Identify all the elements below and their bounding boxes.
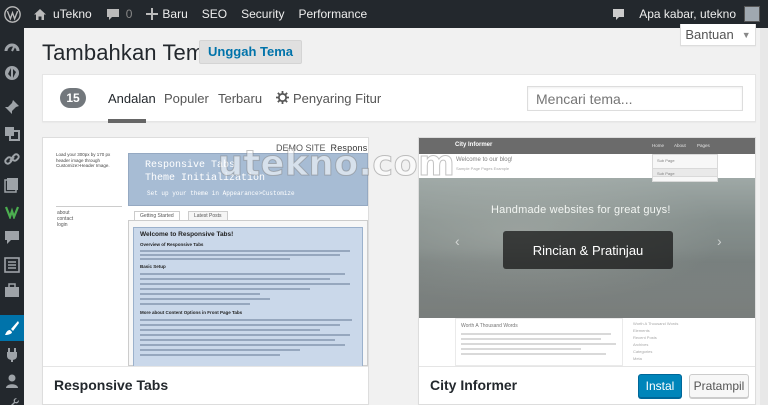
appearance-brush-icon[interactable] — [3, 319, 21, 337]
text-line — [140, 298, 270, 300]
preview-tab-getting-started: Getting Started — [134, 211, 180, 220]
install-button[interactable]: Instal — [638, 374, 682, 398]
text-line — [140, 324, 340, 326]
new-label: Baru — [162, 7, 188, 21]
theme-filter-bar: 15 Andalan Populer Terbaru Penyaring Fit… — [42, 74, 756, 123]
welcome-heading: Welcome to Responsive Tabs! — [140, 231, 234, 238]
media-icon[interactable] — [3, 124, 21, 142]
text-line — [140, 334, 350, 336]
text-line — [140, 344, 345, 346]
help-label: Bantuan — [685, 27, 734, 42]
text-line — [140, 293, 260, 295]
theme-count-badge: 15 — [60, 88, 86, 108]
comments-count: 0 — [125, 7, 133, 21]
text-line — [140, 288, 310, 290]
side-links: about contact login — [57, 210, 73, 228]
posts-pin-icon[interactable] — [3, 98, 21, 116]
header-image-hint: Load your 300px by 170 px header image t… — [56, 152, 111, 168]
tab-popular[interactable]: Populer — [164, 91, 209, 106]
theme-card-footer: Responsive Tabs — [43, 366, 368, 404]
text-line — [140, 339, 335, 341]
banner-subtitle: Theme Initialization — [145, 173, 266, 184]
text-line — [140, 354, 280, 356]
details-preview-button[interactable]: Rincian & Pratinjau — [503, 231, 673, 269]
site-name-link[interactable]: uTekno — [26, 0, 99, 28]
banner-tagline: Set up your theme in Appearance>Customiz… — [147, 190, 295, 197]
preview-button[interactable]: Pratampil — [689, 374, 749, 398]
demo-site-label: DEMO SITE Responsive Tabs — [276, 143, 368, 153]
wordpress-logo-icon[interactable] — [0, 0, 26, 28]
jetpack-icon[interactable] — [3, 64, 21, 82]
feature-filter-button[interactable]: Penyaring Fitur — [293, 91, 381, 106]
divider — [56, 206, 122, 207]
active-tab-indicator — [108, 119, 146, 123]
side-link-login: login — [57, 222, 68, 228]
text-line — [140, 349, 300, 351]
comments-menu-icon[interactable] — [3, 228, 21, 246]
chevron-down-icon: ▼ — [741, 29, 751, 40]
theme-preview-responsive-tabs: DEMO SITE Responsive Tabs Load your 300p… — [43, 138, 368, 366]
theme-screenshot[interactable]: City Informer Home About Pages Welcome t… — [419, 138, 755, 366]
text-line — [140, 250, 350, 252]
theme-preview-city-informer: City Informer Home About Pages Welcome t… — [419, 138, 755, 366]
text-line — [140, 273, 345, 275]
home-icon — [33, 8, 47, 21]
section-overview: Overview of Responsive Tabs — [140, 242, 204, 247]
text-line — [140, 283, 350, 285]
forms-icon[interactable] — [3, 256, 21, 274]
admin-side-menu — [0, 28, 24, 405]
scrollbar-track[interactable] — [760, 28, 768, 405]
preview-welcome-box: Welcome to Responsive Tabs! Overview of … — [133, 227, 363, 366]
text-line — [140, 278, 330, 280]
tools-icon[interactable] — [3, 396, 21, 405]
pages-icon[interactable] — [3, 176, 21, 194]
theme-name: City Informer — [430, 377, 518, 393]
banner-title: Responsive Tabs — [145, 160, 236, 171]
user-greeting: Apa kabar, utekno — [639, 7, 736, 21]
text-line — [140, 329, 320, 331]
text-line — [140, 258, 290, 260]
links-icon[interactable] — [3, 150, 21, 168]
seo-link[interactable]: SEO — [195, 0, 234, 28]
preview-content: Welcome to Responsive Tabs! Overview of … — [128, 220, 368, 366]
preview-tab-latest-posts: Latest Posts — [188, 211, 228, 220]
dashboard-icon[interactable] — [3, 38, 21, 56]
tab-latest[interactable]: Terbaru — [218, 91, 262, 106]
new-content-link[interactable]: Baru — [139, 0, 194, 28]
demo-site-title: Responsive Tabs — [330, 143, 368, 153]
theme-name: Responsive Tabs — [54, 377, 169, 393]
security-link[interactable]: Security — [234, 0, 291, 28]
text-line — [140, 254, 340, 256]
theme-search-input[interactable] — [527, 86, 743, 111]
preview-banner: Responsive Tabs Theme Initialization Set… — [128, 153, 368, 206]
admin-bar: uTekno 0 Baru SEO Security Performance A… — [0, 0, 768, 28]
notification-icon[interactable] — [605, 0, 632, 28]
theme-card-responsive-tabs[interactable]: DEMO SITE Responsive Tabs Load your 300p… — [42, 137, 369, 405]
woocommerce-icon[interactable] — [3, 202, 21, 220]
site-name-label: uTekno — [53, 7, 92, 21]
portfolio-icon[interactable] — [3, 282, 21, 300]
theme-card-city-informer[interactable]: City Informer Home About Pages Welcome t… — [418, 137, 756, 405]
comment-icon — [106, 8, 120, 21]
demo-site-text: DEMO SITE — [276, 143, 326, 153]
gear-icon[interactable] — [276, 91, 289, 109]
section-more-about: More about Content Options in Front Page… — [140, 310, 243, 315]
theme-screenshot[interactable]: DEMO SITE Responsive Tabs Load your 300p… — [43, 138, 368, 366]
plugins-icon[interactable] — [3, 346, 21, 364]
page-title: Tambahkan Tema — [42, 40, 217, 65]
tab-featured[interactable]: Andalan — [108, 91, 156, 106]
performance-link[interactable]: Performance — [291, 0, 374, 28]
section-basic-setup: Basic Setup — [140, 264, 166, 269]
help-tab-button[interactable]: Bantuan ▼ — [680, 24, 756, 46]
plus-icon — [146, 8, 159, 20]
users-icon[interactable] — [3, 372, 21, 390]
theme-card-footer: City Informer Instal Pratampil — [419, 366, 755, 404]
avatar — [744, 6, 760, 22]
upload-theme-button[interactable]: Unggah Tema — [199, 40, 302, 64]
comments-link[interactable]: 0 — [99, 0, 140, 28]
text-line — [140, 303, 250, 305]
text-line — [140, 319, 352, 321]
